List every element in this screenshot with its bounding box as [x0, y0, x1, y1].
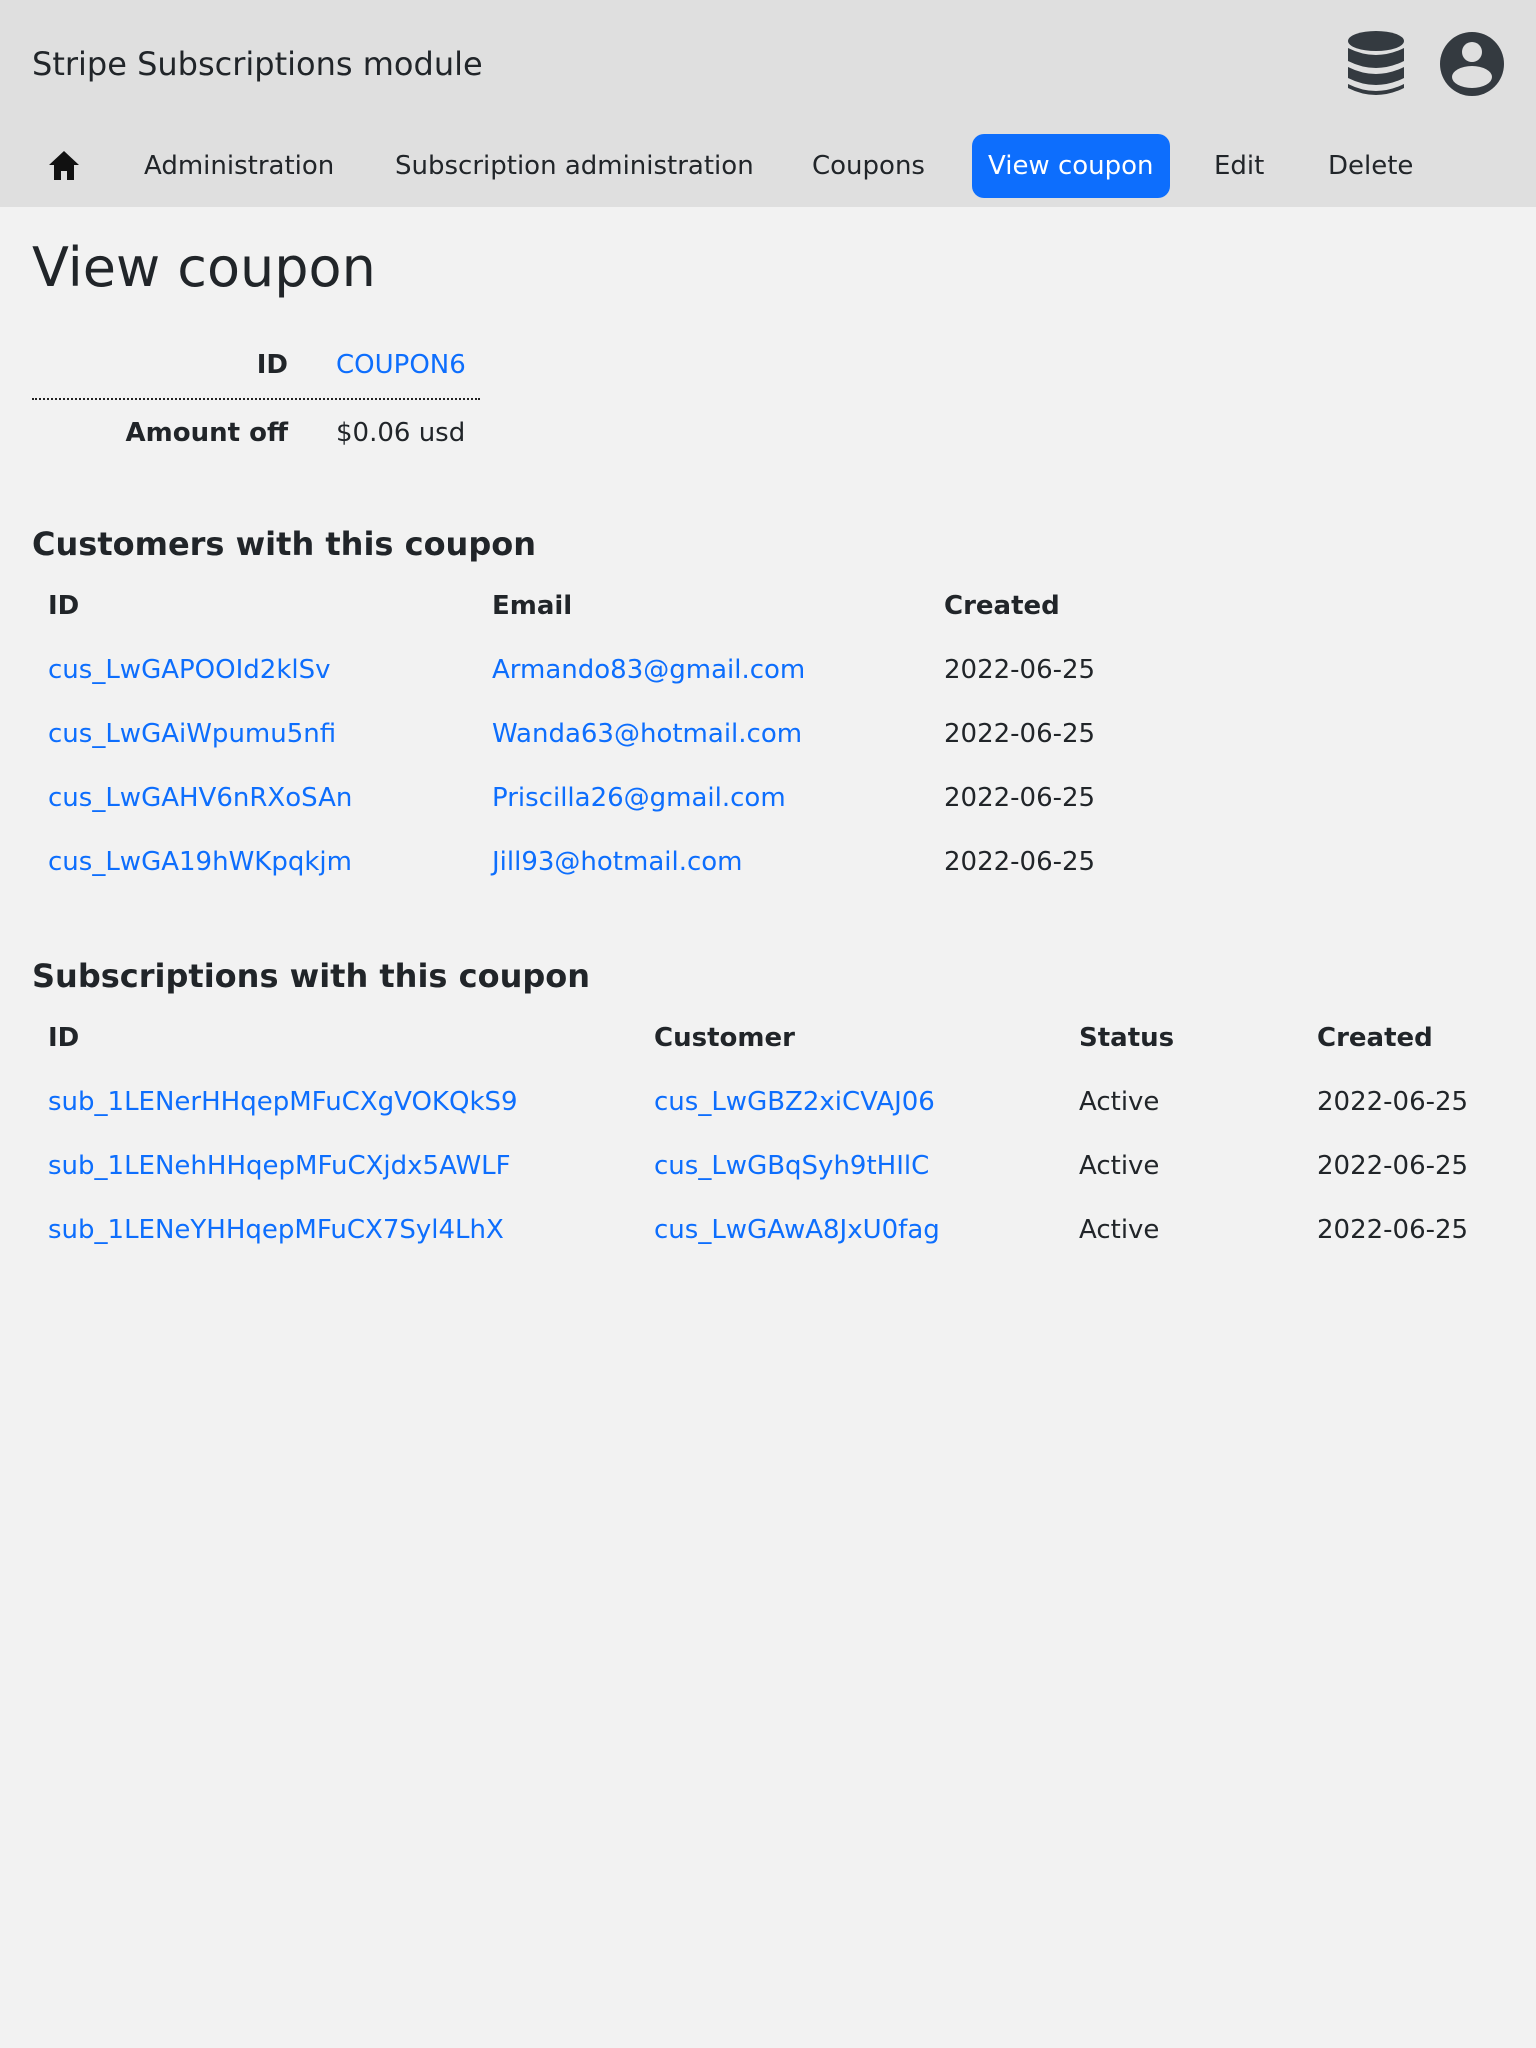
- coupon-id-row: ID COUPON6: [32, 332, 480, 400]
- page-title: View coupon: [32, 236, 376, 299]
- subscription-created: 2022-06-25: [1317, 1087, 1469, 1117]
- customer-email-link[interactable]: Jill93@hotmail.com: [492, 830, 743, 894]
- customer-created: 2022-06-25: [944, 655, 1096, 685]
- column-header-status: Status: [1079, 1023, 1175, 1053]
- nav-edit[interactable]: Edit: [1214, 134, 1264, 198]
- column-header-id: ID: [48, 1023, 80, 1053]
- user-account-icon[interactable]: [1438, 30, 1506, 98]
- subscription-id-link[interactable]: sub_1LENeYHHqepMFuCX7Syl4LhX: [48, 1198, 504, 1262]
- nav-view-coupon[interactable]: View coupon: [972, 134, 1170, 198]
- table-row: sub_1LENerHHqepMFuCXgVOKQkS9 cus_LwGBZ2x…: [32, 1070, 1504, 1134]
- customer-created: 2022-06-25: [944, 719, 1096, 749]
- subscription-id-link[interactable]: sub_1LENerHHqepMFuCXgVOKQkS9: [48, 1070, 518, 1134]
- column-header-email: Email: [492, 591, 573, 621]
- database-icon[interactable]: [1344, 30, 1408, 98]
- table-row: sub_1LENeYHHqepMFuCX7Syl4LhX cus_LwGAwA8…: [32, 1198, 1504, 1262]
- customer-id-link[interactable]: cus_LwGAHV6nRXoSAn: [48, 766, 352, 830]
- subscription-created: 2022-06-25: [1317, 1151, 1469, 1181]
- nav-administration[interactable]: Administration: [144, 134, 334, 198]
- coupon-details: ID COUPON6 Amount off $0.06 usd: [32, 332, 480, 466]
- subscription-customer-link[interactable]: cus_LwGAwA8JxU0fag: [654, 1198, 940, 1262]
- nav-home[interactable]: [32, 134, 96, 198]
- customer-email-link[interactable]: Priscilla26@gmail.com: [492, 766, 786, 830]
- nav-delete[interactable]: Delete: [1328, 134, 1413, 198]
- table-header-row: ID Email Created: [32, 574, 1060, 638]
- customer-created: 2022-06-25: [944, 847, 1096, 877]
- subscription-customer-link[interactable]: cus_LwGBZ2xiCVAJ06: [654, 1070, 935, 1134]
- customer-created: 2022-06-25: [944, 783, 1096, 813]
- coupon-amount-label: Amount off: [125, 418, 289, 448]
- column-header-id: ID: [48, 591, 80, 621]
- top-bar: Stripe Subscriptions module Administrati…: [0, 0, 1536, 207]
- coupon-id-link[interactable]: COUPON6: [336, 332, 466, 398]
- app-title: Stripe Subscriptions module: [32, 45, 483, 83]
- customers-table: ID Email Created cus_LwGAPOOId2klSv Arma…: [32, 574, 1095, 894]
- subscription-status: Active: [1079, 1215, 1160, 1245]
- customers-section-title: Customers with this coupon: [32, 525, 536, 563]
- nav-coupons[interactable]: Coupons: [812, 134, 925, 198]
- customer-email-link[interactable]: Wanda63@hotmail.com: [492, 702, 802, 766]
- coupon-amount-row: Amount off $0.06 usd: [32, 400, 480, 466]
- subscription-status: Active: [1079, 1151, 1160, 1181]
- table-row: cus_LwGAiWpumu5nfi Wanda63@hotmail.com 2…: [32, 702, 1095, 766]
- customer-id-link[interactable]: cus_LwGAPOOId2klSv: [48, 638, 331, 702]
- column-header-created: Created: [1317, 1023, 1433, 1053]
- table-row: sub_1LENehHHqepMFuCXjdx5AWLF cus_LwGBqSy…: [32, 1134, 1504, 1198]
- subscription-customer-link[interactable]: cus_LwGBqSyh9tHIlC: [654, 1134, 929, 1198]
- coupon-id-label: ID: [256, 350, 288, 380]
- customer-id-link[interactable]: cus_LwGAiWpumu5nfi: [48, 702, 336, 766]
- subscriptions-table: ID Customer Status Created sub_1LENerHHq…: [32, 1006, 1504, 1262]
- column-header-customer: Customer: [654, 1023, 795, 1053]
- table-row: cus_LwGAHV6nRXoSAn Priscilla26@gmail.com…: [32, 766, 1095, 830]
- subscription-status: Active: [1079, 1087, 1160, 1117]
- table-header-row: ID Customer Status Created: [32, 1006, 1504, 1070]
- subscriptions-section-title: Subscriptions with this coupon: [32, 957, 591, 995]
- subscription-id-link[interactable]: sub_1LENehHHqepMFuCXjdx5AWLF: [48, 1134, 511, 1198]
- table-row: cus_LwGAPOOId2klSv Armando83@gmail.com 2…: [32, 638, 1095, 702]
- customer-id-link[interactable]: cus_LwGA19hWKpqkjm: [48, 830, 352, 894]
- customer-email-link[interactable]: Armando83@gmail.com: [492, 638, 805, 702]
- coupon-amount-value: $0.06 usd: [336, 418, 466, 448]
- table-row: cus_LwGA19hWKpqkjm Jill93@hotmail.com 20…: [32, 830, 1095, 894]
- subscription-created: 2022-06-25: [1317, 1215, 1469, 1245]
- column-header-created: Created: [944, 591, 1060, 621]
- nav-subscription-administration[interactable]: Subscription administration: [395, 134, 754, 198]
- home-icon: [49, 151, 79, 180]
